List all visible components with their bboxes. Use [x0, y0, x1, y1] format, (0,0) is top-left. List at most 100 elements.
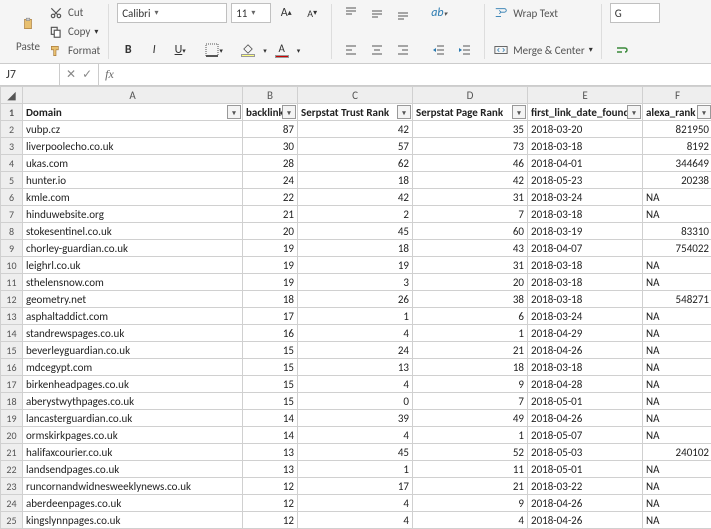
- row-header[interactable]: 18: [1, 393, 23, 410]
- cell[interactable]: NA: [643, 410, 711, 427]
- cell[interactable]: 31: [413, 257, 528, 274]
- paste-button[interactable]: Paste: [8, 10, 48, 53]
- cell[interactable]: 62: [298, 155, 413, 172]
- cell[interactable]: landsendpages.co.uk: [23, 461, 243, 478]
- cell[interactable]: 14: [243, 410, 298, 427]
- cell[interactable]: stokesentinel.co.uk: [23, 223, 243, 240]
- cell[interactable]: 2018-05-01: [528, 393, 643, 410]
- cell[interactable]: Serpstat Page Rank▾: [413, 104, 528, 121]
- cell[interactable]: 0: [298, 393, 413, 410]
- cell[interactable]: 46: [413, 155, 528, 172]
- chevron-down-icon[interactable]: ▾: [263, 46, 267, 55]
- cell[interactable]: Serpstat Trust Rank▾: [298, 104, 413, 121]
- cell[interactable]: 18: [298, 240, 413, 257]
- cell[interactable]: 3: [298, 274, 413, 291]
- cell[interactable]: 2018-05-23: [528, 172, 643, 189]
- cell[interactable]: 20238: [643, 172, 711, 189]
- col-header[interactable]: E: [528, 87, 643, 104]
- row-header[interactable]: 7: [1, 206, 23, 223]
- row-header[interactable]: 21: [1, 444, 23, 461]
- cell[interactable]: 18: [298, 172, 413, 189]
- cell[interactable]: 52: [413, 444, 528, 461]
- cell[interactable]: 4: [298, 427, 413, 444]
- cell[interactable]: 22: [243, 189, 298, 206]
- row-header[interactable]: 2: [1, 121, 23, 138]
- cell[interactable]: chorley-guardian.co.uk: [23, 240, 243, 257]
- cell[interactable]: halifaxcourier.co.uk: [23, 444, 243, 461]
- cell[interactable]: NA: [643, 427, 711, 444]
- align-left-button[interactable]: [340, 40, 362, 60]
- row-header[interactable]: 1: [1, 104, 23, 121]
- row-header[interactable]: 20: [1, 427, 23, 444]
- cell[interactable]: NA: [643, 393, 711, 410]
- cell[interactable]: beverleyguardian.co.uk: [23, 342, 243, 359]
- cell[interactable]: 240102: [643, 444, 711, 461]
- cell[interactable]: 26: [298, 291, 413, 308]
- row-header[interactable]: 8: [1, 223, 23, 240]
- cell[interactable]: 16: [243, 325, 298, 342]
- col-header[interactable]: B: [243, 87, 298, 104]
- accept-formula-icon[interactable]: ✓: [82, 67, 92, 82]
- cell[interactable]: 13: [298, 359, 413, 376]
- cell[interactable]: 18: [243, 291, 298, 308]
- cell[interactable]: 2018-03-18: [528, 291, 643, 308]
- cell[interactable]: NA: [643, 274, 711, 291]
- cell[interactable]: 45: [298, 444, 413, 461]
- row-header[interactable]: 10: [1, 257, 23, 274]
- cell[interactable]: 2018-05-01: [528, 461, 643, 478]
- row-header[interactable]: 17: [1, 376, 23, 393]
- cell[interactable]: 344649: [643, 155, 711, 172]
- row-header[interactable]: 22: [1, 461, 23, 478]
- cell[interactable]: 24: [243, 172, 298, 189]
- cell[interactable]: 2018-05-07: [528, 427, 643, 444]
- cell[interactable]: 4: [298, 512, 413, 529]
- cell[interactable]: 2018-04-29: [528, 325, 643, 342]
- align-middle-button[interactable]: [366, 3, 388, 23]
- orientation-button[interactable]: ab▾: [428, 3, 450, 23]
- cell[interactable]: 2018-03-24: [528, 308, 643, 325]
- cell[interactable]: 12: [243, 478, 298, 495]
- cell[interactable]: 87: [243, 121, 298, 138]
- cancel-formula-icon[interactable]: ✕: [66, 67, 76, 82]
- row-header[interactable]: 11: [1, 274, 23, 291]
- cell[interactable]: 24: [298, 342, 413, 359]
- cell[interactable]: 21: [243, 206, 298, 223]
- cell[interactable]: 9: [413, 376, 528, 393]
- cell[interactable]: 2: [298, 206, 413, 223]
- cell[interactable]: 83310: [643, 223, 711, 240]
- cell[interactable]: ormskirkpages.co.uk: [23, 427, 243, 444]
- cell[interactable]: 15: [243, 342, 298, 359]
- align-top-button[interactable]: [340, 3, 362, 23]
- font-color-button[interactable]: A: [271, 40, 293, 60]
- row-header[interactable]: 19: [1, 410, 23, 427]
- decrease-indent-button[interactable]: [428, 40, 450, 60]
- cell[interactable]: 31: [413, 189, 528, 206]
- cell[interactable]: vubp.cz: [23, 121, 243, 138]
- row-header[interactable]: 9: [1, 240, 23, 257]
- cell[interactable]: 12: [243, 495, 298, 512]
- accounting-format-button[interactable]: [610, 40, 632, 60]
- cell[interactable]: NA: [643, 308, 711, 325]
- cell[interactable]: runcornandwidnesweeklynews.co.uk: [23, 478, 243, 495]
- cell[interactable]: 38: [413, 291, 528, 308]
- cell[interactable]: 2018-04-07: [528, 240, 643, 257]
- cell[interactable]: Domain▾: [23, 104, 243, 121]
- cell[interactable]: NA: [643, 359, 711, 376]
- select-all-corner[interactable]: ◢: [1, 87, 23, 104]
- cell[interactable]: 2018-04-26: [528, 342, 643, 359]
- cell[interactable]: sthelensnow.com: [23, 274, 243, 291]
- row-header[interactable]: 15: [1, 342, 23, 359]
- cell[interactable]: lancasterguardian.co.uk: [23, 410, 243, 427]
- col-header[interactable]: D: [413, 87, 528, 104]
- cell[interactable]: 42: [413, 172, 528, 189]
- cell[interactable]: 4: [413, 512, 528, 529]
- italic-button[interactable]: I: [143, 40, 165, 60]
- cell[interactable]: 15: [243, 359, 298, 376]
- col-header[interactable]: A: [23, 87, 243, 104]
- cell[interactable]: NA: [643, 189, 711, 206]
- cell[interactable]: 49: [413, 410, 528, 427]
- cell[interactable]: 2018-03-18: [528, 138, 643, 155]
- cell[interactable]: 754022: [643, 240, 711, 257]
- bold-button[interactable]: B: [117, 40, 139, 60]
- cell[interactable]: kmle.com: [23, 189, 243, 206]
